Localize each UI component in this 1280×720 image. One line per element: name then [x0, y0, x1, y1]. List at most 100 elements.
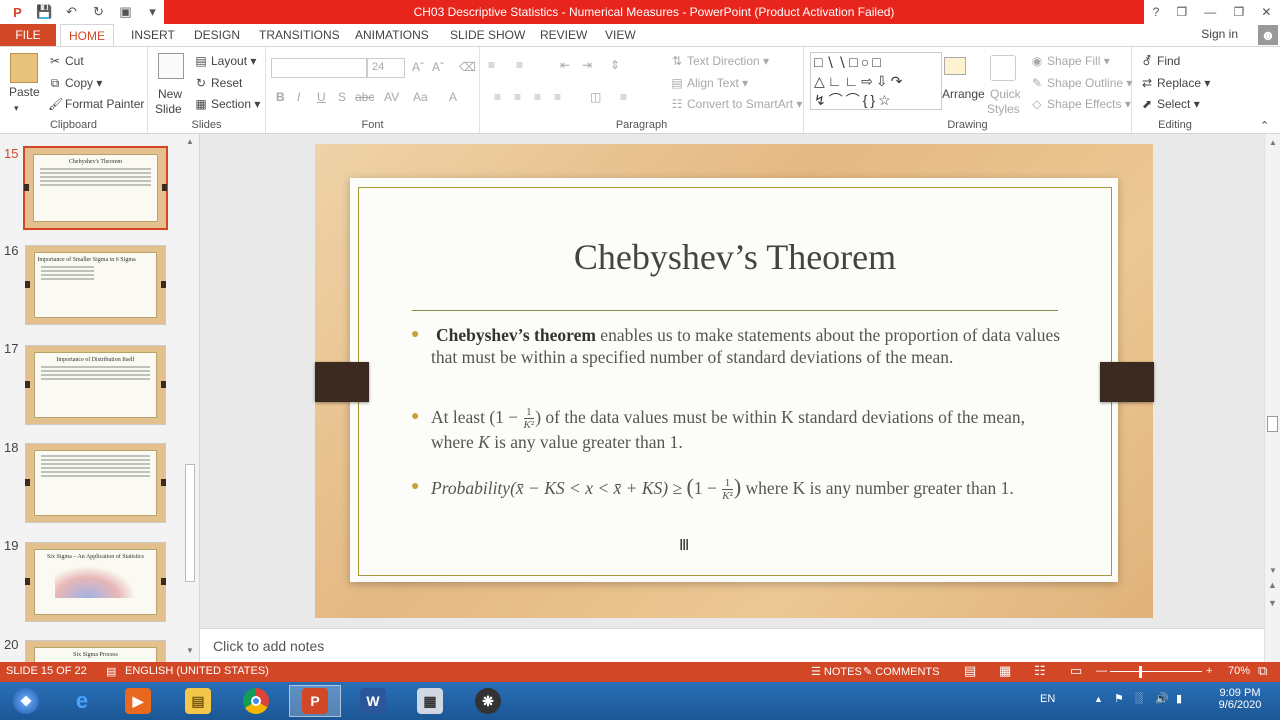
arrange-icon[interactable] — [944, 57, 966, 75]
zoom-in-icon[interactable]: + — [1206, 665, 1212, 677]
italic-icon[interactable]: I — [297, 90, 300, 104]
slide-scrollbar[interactable]: ▲ ▼ ▲ ▼ — [1264, 134, 1280, 662]
shape-fill-button[interactable]: ◉ Shape Fill ▾ — [1030, 54, 1110, 68]
character-spacing-icon[interactable]: AV — [384, 90, 399, 104]
tab-review[interactable]: REVIEW — [540, 24, 587, 46]
font-name-dropdown[interactable] — [271, 58, 367, 78]
strikethrough-icon[interactable]: abc — [355, 90, 374, 104]
customize-qat-icon[interactable]: ▾ — [141, 1, 164, 23]
taskbar-explorer[interactable]: ▤ — [172, 685, 224, 717]
ribbon-display-icon[interactable]: ❐ — [1176, 5, 1187, 19]
bullets-icon[interactable]: ≡ — [488, 58, 495, 72]
account-avatar[interactable]: ☻ — [1258, 25, 1278, 45]
taskbar-app[interactable]: ❋ — [462, 685, 514, 717]
scroll-thumb[interactable] — [185, 464, 195, 582]
tab-design[interactable]: DESIGN — [194, 24, 240, 46]
reading-view-icon[interactable]: ☷ — [1034, 663, 1046, 679]
quick-styles-label-2[interactable]: Styles — [987, 102, 1020, 116]
tab-slide-show[interactable]: SLIDE SHOW — [450, 24, 525, 46]
notes-pane[interactable]: Click to add notes — [200, 628, 1264, 662]
slide-title[interactable]: Chebyshev’s Theorem — [358, 236, 1112, 278]
scroll-down-icon[interactable]: ▼ — [186, 646, 194, 655]
tab-animations[interactable]: ANIMATIONS — [355, 24, 429, 46]
clear-formatting-icon[interactable]: ⌫ — [459, 60, 476, 74]
find-button[interactable]: ⚦ Find — [1140, 54, 1180, 68]
tab-view[interactable]: VIEW — [605, 24, 636, 46]
language-indicator[interactable]: ENGLISH (UNITED STATES) — [125, 665, 269, 677]
arrange-button[interactable]: Arrange — [942, 87, 985, 101]
decrease-indent-icon[interactable]: ⇤ — [560, 58, 570, 72]
align-left-icon[interactable]: ≡ — [494, 90, 501, 104]
spellcheck-icon[interactable]: ▤ — [106, 665, 116, 678]
shapes-gallery[interactable]: □∖∖□○□ △∟∟⇨⇩↷ ↯⌒⌒{}☆ — [810, 52, 942, 110]
taskbar-calculator[interactable]: ▦ — [404, 685, 456, 717]
thumbnail-slide-19[interactable]: Six Sigma – An Application of Statistics — [25, 542, 166, 622]
notes-placeholder[interactable]: Click to add notes — [213, 638, 324, 654]
undo-icon[interactable]: ↶ — [60, 1, 83, 23]
new-slide-icon[interactable] — [158, 53, 184, 79]
thumbnail-slide-16[interactable]: Importance of Smaller Sigma in 6 Sigma — [25, 245, 166, 325]
text-direction-button[interactable]: ⇅ Text Direction ▾ — [670, 54, 769, 68]
zoom-out-icon[interactable]: — — [1096, 665, 1107, 677]
reset-button[interactable]: ↻ Reset — [194, 76, 242, 90]
tab-file[interactable]: FILE — [0, 24, 56, 46]
tab-home[interactable]: HOME — [60, 24, 114, 46]
show-hidden-icons[interactable]: ▲ — [1094, 694, 1103, 704]
zoom-slider-thumb[interactable] — [1139, 666, 1142, 678]
scroll-thumb[interactable] — [1267, 416, 1278, 432]
font-size-dropdown[interactable]: 24 — [367, 58, 405, 78]
battery-icon[interactable]: ▮ — [1176, 692, 1182, 705]
select-button[interactable]: ⬈ Select ▾ — [1140, 97, 1200, 111]
taskbar-media-player[interactable]: ▶ — [112, 685, 164, 717]
section-button[interactable]: ▦ Section ▾ — [194, 97, 260, 111]
shape-effects-button[interactable]: ◇ Shape Effects ▾ — [1030, 97, 1130, 111]
network-icon[interactable]: ░ — [1135, 692, 1143, 704]
grow-font-icon[interactable]: Aˆ — [412, 60, 424, 74]
restore-button[interactable]: ❐ — [1233, 5, 1244, 19]
notes-button[interactable]: ☰ NOTES — [811, 665, 862, 678]
thumbnail-slide-17[interactable]: Importance of Distribution Itself — [25, 345, 166, 425]
language-bar[interactable]: EN — [1040, 693, 1055, 705]
taskbar-powerpoint[interactable]: P — [289, 685, 341, 717]
slideshow-view-icon[interactable]: ▭ — [1070, 663, 1082, 679]
cut-button[interactable]: ✂ Cut — [48, 54, 84, 68]
align-text-button[interactable]: ▤ Align Text ▾ — [670, 76, 748, 90]
increase-indent-icon[interactable]: ⇥ — [582, 58, 592, 72]
volume-icon[interactable]: 🔊 — [1155, 692, 1169, 705]
change-case-icon[interactable]: Aa — [413, 90, 428, 104]
new-slide-label-2[interactable]: Slide — [155, 102, 182, 116]
line-spacing-icon[interactable]: ⇕ — [610, 58, 620, 72]
powerpoint-icon[interactable]: P — [6, 1, 29, 23]
previous-slide-icon[interactable]: ▲ — [1268, 580, 1277, 590]
copy-button[interactable]: ⧉ Copy ▾ — [48, 76, 103, 91]
redo-icon[interactable]: ↻ — [87, 1, 110, 23]
paste-button[interactable]: Paste — [9, 85, 40, 99]
scroll-down-icon[interactable]: ▼ — [1269, 566, 1277, 575]
scroll-up-icon[interactable]: ▲ — [186, 137, 194, 146]
thumbnail-slide-20[interactable]: Six Sigma Process — [25, 640, 166, 662]
align-text-icon-2[interactable]: ≡ — [620, 90, 627, 104]
slide-counter[interactable]: SLIDE 15 OF 22 — [6, 665, 87, 677]
replace-button[interactable]: ⇄ Replace ▾ — [1140, 76, 1210, 90]
new-slide-label[interactable]: New — [158, 87, 182, 101]
columns-icon[interactable]: ◫ — [590, 90, 601, 104]
quick-styles-icon[interactable] — [990, 55, 1016, 81]
sign-in-link[interactable]: Sign in — [1201, 27, 1238, 41]
tab-transitions[interactable]: TRANSITIONS — [259, 24, 340, 46]
minimize-button[interactable]: — — [1204, 5, 1216, 19]
thumbnail-slide-15[interactable]: Chebyshev's Theorem — [23, 146, 168, 230]
shrink-font-icon[interactable]: Aˇ — [432, 60, 444, 74]
comments-button[interactable]: ✎ COMMENTS — [863, 665, 939, 678]
align-right-icon[interactable]: ≡ — [534, 90, 541, 104]
bullet-3[interactable]: ● Probability(x̄ − KS < x < x̄ + KS) ≥ (… — [411, 476, 1051, 528]
thumbnail-slide-18[interactable] — [25, 443, 166, 523]
normal-view-icon[interactable]: ▤ — [964, 663, 976, 679]
zoom-level[interactable]: 70% — [1228, 665, 1250, 677]
justify-icon[interactable]: ≡ — [554, 90, 561, 104]
bullet-2[interactable]: ● At least (1 − 1 K²) of the data values … — [411, 406, 1051, 458]
paste-icon[interactable] — [10, 53, 38, 83]
underline-icon[interactable]: U — [317, 90, 326, 104]
slide-sorter-icon[interactable]: ▦ — [999, 663, 1011, 679]
save-icon[interactable]: 💾 — [33, 1, 56, 23]
numbering-icon[interactable]: ≡ — [516, 58, 523, 72]
